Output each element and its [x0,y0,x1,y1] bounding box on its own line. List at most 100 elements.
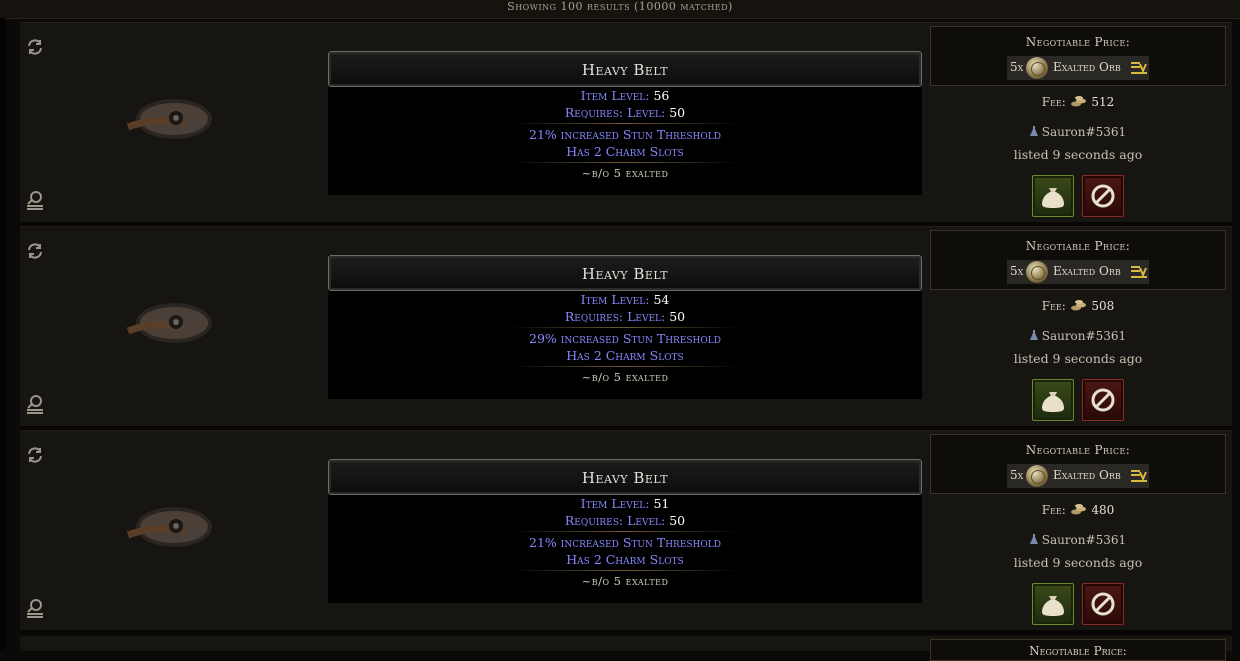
price-note: ~b/o 5 exalted [581,574,669,588]
fee: Fee: 508 [1041,299,1115,313]
requires-level: Requires: Level: 50 [564,513,686,528]
price-note: ~b/o 5 exalted [581,370,669,384]
coin-stack-icon [1070,300,1086,311]
refresh-icon[interactable] [24,241,46,263]
seller-name: Sauron#5361 [1041,329,1127,343]
whisper-icon[interactable] [24,189,46,211]
explicit-mod[interactable]: 21% increased Stun Threshold [328,534,922,551]
divider [510,531,740,532]
currency-equivalent-icon[interactable] [1131,469,1147,483]
item-level: Item Level: 56 [580,88,670,103]
item-level: Item Level: 51 [580,496,670,511]
item-name: Heavy Belt [581,61,669,79]
block-button[interactable] [1082,379,1124,421]
results-count: Showing 100 results (10000 matched) [507,0,733,13]
item-name-header: Heavy Belt [328,51,922,87]
results-header: Showing 100 results (10000 matched) [0,0,1240,19]
price-chip[interactable]: 5x Exalted Orb [1007,260,1149,284]
belt-item-image[interactable] [124,501,216,557]
divider [510,570,740,571]
currency-equivalent-icon[interactable] [1131,61,1147,75]
explicit-mod[interactable]: 29% increased Stun Threshold [328,330,922,347]
price-chip[interactable]: 5x Exalted Orb [1007,464,1149,488]
buy-button[interactable] [1032,583,1074,625]
price-currency: Exalted Orb [1053,264,1121,278]
listed-time: listed 9 seconds ago [1013,147,1143,162]
currency-equivalent-icon[interactable] [1131,265,1147,279]
coin-stack-icon [1070,96,1086,107]
listed-time: listed 9 seconds ago [1013,555,1143,570]
divider [510,327,740,328]
item-name: Heavy Belt [581,265,669,283]
price-amount: 5x [1010,60,1024,74]
divider [510,162,740,163]
buy-button[interactable] [1032,379,1074,421]
block-button[interactable] [1082,175,1124,217]
online-status-icon [1029,534,1038,544]
coin-stack-icon [1070,504,1086,515]
buy-button[interactable] [1032,175,1074,217]
requires-level: Requires: Level: 50 [564,309,686,324]
price-box: Negotiable Price: 5x Exalted Orb [930,26,1226,86]
price-amount: 5x [1010,468,1024,482]
price-chip[interactable]: 5x Exalted Orb [1007,56,1149,80]
seller-name: Sauron#5361 [1041,533,1127,547]
price-currency: Exalted Orb [1053,468,1121,482]
online-status-icon [1029,126,1038,136]
whisper-icon[interactable] [24,393,46,415]
listing-row: Heavy Belt Item Level: 56 Requires: Leve… [20,22,1232,223]
left-rail [0,18,6,651]
explicit-mod[interactable]: Has 2 Charm Slots [328,551,922,568]
item-name: Heavy Belt [581,469,669,487]
item-tooltip: Heavy Belt Item Level: 51 Requires: Leve… [328,459,922,603]
seller-name: Sauron#5361 [1041,125,1127,139]
seller[interactable]: Sauron#5361 [930,125,1226,139]
explicit-mod[interactable]: Has 2 Charm Slots [328,347,922,364]
price-title: Negotiable Price: [1025,239,1131,253]
belt-item-image[interactable] [124,93,216,149]
item-tooltip: Heavy Belt Item Level: 56 Requires: Leve… [328,51,922,195]
block-icon [1091,592,1115,616]
price-note: ~b/o 5 exalted [581,166,669,180]
money-bag-icon [1042,392,1064,412]
item-name-header: Heavy Belt [328,459,922,495]
refresh-icon[interactable] [24,445,46,467]
listed-time: listed 9 seconds ago [1013,351,1143,366]
listing-row: Heavy Belt Item Level: 54 Requires: Leve… [20,226,1232,427]
fee: Fee: 480 [1041,503,1115,517]
divider [510,123,740,124]
listing-row-partial: Negotiable Price: [20,636,1232,661]
online-status-icon [1029,330,1038,340]
price-amount: 5x [1010,264,1024,278]
price-currency: Exalted Orb [1053,60,1121,74]
price-title: Negotiable Price: [1025,35,1131,49]
fee: Fee: 512 [1041,95,1115,109]
divider [510,366,740,367]
item-level: Item Level: 54 [580,292,670,307]
exalted-orb-icon [1026,261,1048,283]
row-divider [20,630,1232,634]
seller[interactable]: Sauron#5361 [930,329,1226,343]
price-box: Negotiable Price: 5x Exalted Orb [930,434,1226,494]
block-icon [1091,388,1115,412]
money-bag-icon [1042,596,1064,616]
money-bag-icon [1042,188,1064,208]
whisper-icon[interactable] [24,597,46,619]
exalted-orb-icon [1026,57,1048,79]
price-box: Negotiable Price: 5x Exalted Orb [930,230,1226,290]
item-tooltip: Heavy Belt Item Level: 54 Requires: Leve… [328,255,922,399]
belt-item-image[interactable] [124,297,216,353]
block-button[interactable] [1082,583,1124,625]
price-box: Negotiable Price: [930,639,1226,661]
explicit-mod[interactable]: Has 2 Charm Slots [328,143,922,160]
listing-row: Heavy Belt Item Level: 51 Requires: Leve… [20,430,1232,631]
refresh-icon[interactable] [24,37,46,59]
seller[interactable]: Sauron#5361 [930,533,1226,547]
explicit-mod[interactable]: 21% increased Stun Threshold [328,126,922,143]
exalted-orb-icon [1026,465,1048,487]
requires-level: Requires: Level: 50 [564,105,686,120]
price-title: Negotiable Price: [1029,644,1127,658]
block-icon [1091,184,1115,208]
item-name-header: Heavy Belt [328,255,922,291]
price-title: Negotiable Price: [1025,443,1131,457]
